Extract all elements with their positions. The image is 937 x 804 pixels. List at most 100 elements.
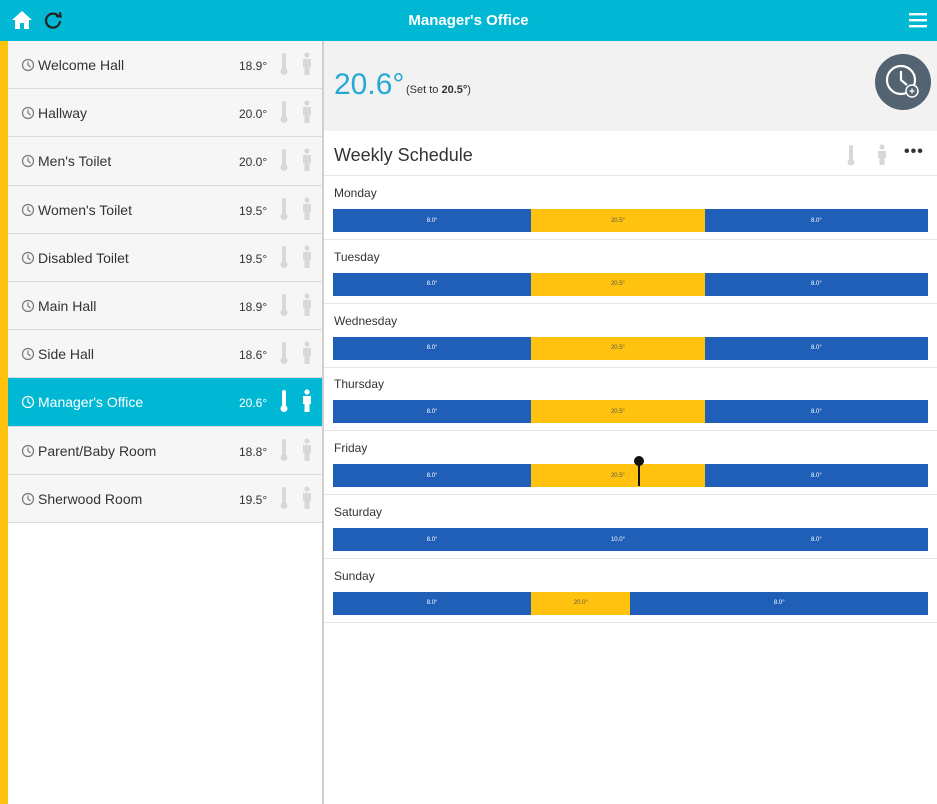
schedule-segment[interactable]: 8.0° (333, 591, 532, 615)
room-list-item[interactable]: Women's Toilet 19.5° (8, 185, 322, 234)
schedule-segment[interactable]: 8.0° (704, 272, 928, 296)
current-time-marker (634, 456, 645, 487)
clock-icon (885, 64, 919, 98)
schedule-segment[interactable]: 8.0° (704, 528, 928, 551)
day-name: Tuesday (334, 249, 380, 264)
schedule-segment[interactable]: 8.0° (333, 400, 532, 424)
schedule-segment[interactable]: 8.0° (333, 209, 532, 232)
segment-temperature: 8.0° (426, 408, 438, 415)
room-temperature: 20.0° (239, 155, 268, 170)
room-list-item[interactable]: Welcome Hall 18.9° (8, 41, 322, 90)
day-schedule-bar[interactable]: 8.0° 20.5° 8.0° (333, 336, 928, 360)
thermometer-icon[interactable] (846, 144, 856, 166)
occupancy-icon (303, 245, 311, 268)
schedule-segment[interactable]: 8.0° (704, 336, 928, 360)
refresh-icon[interactable] (42, 9, 64, 31)
schedule-segment[interactable]: 8.0° (704, 400, 928, 424)
schedule-day-row: Saturday 8.0° 10.0° 8.0° (324, 495, 937, 559)
schedule-segment[interactable]: 8.0° (704, 464, 928, 488)
schedule-override-button[interactable] (875, 54, 931, 110)
schedule-segment[interactable]: 20.5° (531, 400, 705, 424)
segment-temperature: 8.0° (426, 345, 438, 352)
day-name: Saturday (334, 505, 383, 519)
thermometer-icon (280, 390, 288, 413)
main-panel: 20.6° (Set to 20.5°) Weekly Schedule •••… (324, 41, 937, 804)
more-options-button[interactable]: ••• (904, 143, 924, 161)
segment-temperature: 8.0° (426, 281, 438, 288)
schedule-segment[interactable]: 8.0° (333, 336, 532, 360)
schedule-segment[interactable]: 20.0° (531, 591, 631, 615)
room-list-item[interactable]: Main Hall 18.9° (8, 281, 322, 331)
day-schedule-bar[interactable]: 8.0° 20.5° 8.0° (333, 209, 928, 232)
segment-temperature: 8.0° (811, 345, 822, 352)
schedule-segment[interactable]: 8.0° (333, 528, 532, 551)
thermometer-icon (280, 53, 288, 75)
schedule-clock-icon (21, 107, 35, 120)
schedule-header: Weekly Schedule ••• (324, 131, 937, 176)
day-name: Friday (334, 441, 368, 456)
schedule-segment[interactable]: 8.0° (704, 209, 928, 232)
day-schedule-bar[interactable]: 8.0° 20.0° 8.0° (333, 591, 928, 615)
room-list-item[interactable]: Men's Toilet 20.0° (8, 137, 322, 186)
top-bar: Manager's Office (0, 0, 937, 41)
schedule-clock-icon (21, 58, 35, 72)
schedule-segment[interactable]: 8.0° (630, 591, 928, 615)
segment-temperature: 8.0° (426, 536, 438, 543)
day-name: Monday (334, 186, 377, 200)
schedule-day-row: Sunday 8.0° 20.0° 8.0° (324, 559, 937, 623)
schedule-segment[interactable]: 20.5° (531, 209, 705, 232)
segment-temperature: 8.0° (426, 472, 438, 479)
room-name: Parent/Baby Room (38, 442, 157, 459)
schedule-segment[interactable]: 8.0° (333, 464, 532, 488)
day-name: Wednesday (334, 313, 398, 328)
room-temperature: 18.9° (239, 59, 268, 73)
schedule-clock-icon (21, 251, 35, 264)
occupancy-icon (303, 486, 311, 509)
room-list-item[interactable]: Sherwood Room 19.5° (8, 474, 322, 523)
schedule-segment[interactable]: 20.5° (531, 464, 705, 488)
room-list-item[interactable]: Manager's Office 20.6° (8, 378, 322, 427)
room-list-item[interactable]: Hallway 20.0° (8, 89, 322, 138)
segment-temperature: 20.5° (610, 472, 626, 479)
schedule-segment[interactable]: 10.0° (531, 528, 705, 551)
schedule-day-row: Thursday 8.0° 20.5° 8.0° (324, 367, 937, 432)
room-name: Men's Toilet (38, 153, 112, 170)
segment-temperature: 8.0° (773, 600, 785, 607)
day-schedule-bar[interactable]: 8.0° 10.0° 8.0° (333, 528, 928, 551)
day-schedule-bar[interactable]: 8.0° 20.5° 8.0° (333, 456, 928, 488)
schedule-day-row: Tuesday 8.0° 20.5° 8.0° (324, 240, 937, 304)
schedule-segment[interactable]: 20.5° (531, 336, 705, 360)
schedule-clock-icon (21, 396, 35, 409)
room-list-item[interactable]: Side Hall 18.6° (8, 330, 322, 379)
hamburger-menu-icon[interactable] (909, 12, 927, 28)
room-list-item[interactable]: Disabled Toilet 19.5° (8, 233, 322, 282)
room-list-item[interactable]: Parent/Baby Room 18.8° (8, 426, 322, 475)
current-temperature: 20.6° (334, 68, 405, 101)
schedule-segment[interactable]: 8.0° (333, 272, 532, 296)
schedule-clock-icon (21, 299, 35, 313)
home-icon[interactable] (11, 10, 33, 30)
room-temperature: 20.0° (239, 107, 268, 122)
room-temperature: 19.5° (239, 492, 268, 507)
thermometer-icon (280, 438, 288, 461)
occupancy-icon (303, 389, 311, 413)
segment-temperature: 8.0° (811, 472, 822, 479)
room-name: Manager's Office (38, 394, 144, 411)
schedule-day-row: Wednesday 8.0° 20.5° 8.0° (324, 304, 937, 368)
segment-temperature: 8.0° (426, 217, 438, 224)
schedule-segment[interactable]: 20.5° (531, 272, 705, 296)
occupancy-icon[interactable] (875, 144, 889, 166)
thermometer-icon (280, 245, 288, 268)
segment-temperature: 8.0° (811, 281, 822, 288)
day-schedule-bar[interactable]: 8.0° 20.5° 8.0° (333, 400, 928, 424)
day-schedule-bar[interactable]: 8.0° 20.5° 8.0° (333, 272, 928, 296)
occupancy-icon (303, 52, 311, 75)
segment-temperature: 8.0° (811, 408, 822, 415)
schedule-clock-icon (21, 444, 35, 457)
occupancy-icon (303, 437, 311, 461)
room-name: Sherwood Room (38, 490, 143, 507)
segment-temperature: 20.5° (610, 281, 626, 288)
room-list: Welcome Hall 18.9° Hallway 20.0° Men's Toile… (8, 41, 322, 804)
schedule-day-row: Friday 8.0° 20.5° 8.0° (324, 431, 937, 496)
schedule-clock-icon (21, 155, 35, 168)
